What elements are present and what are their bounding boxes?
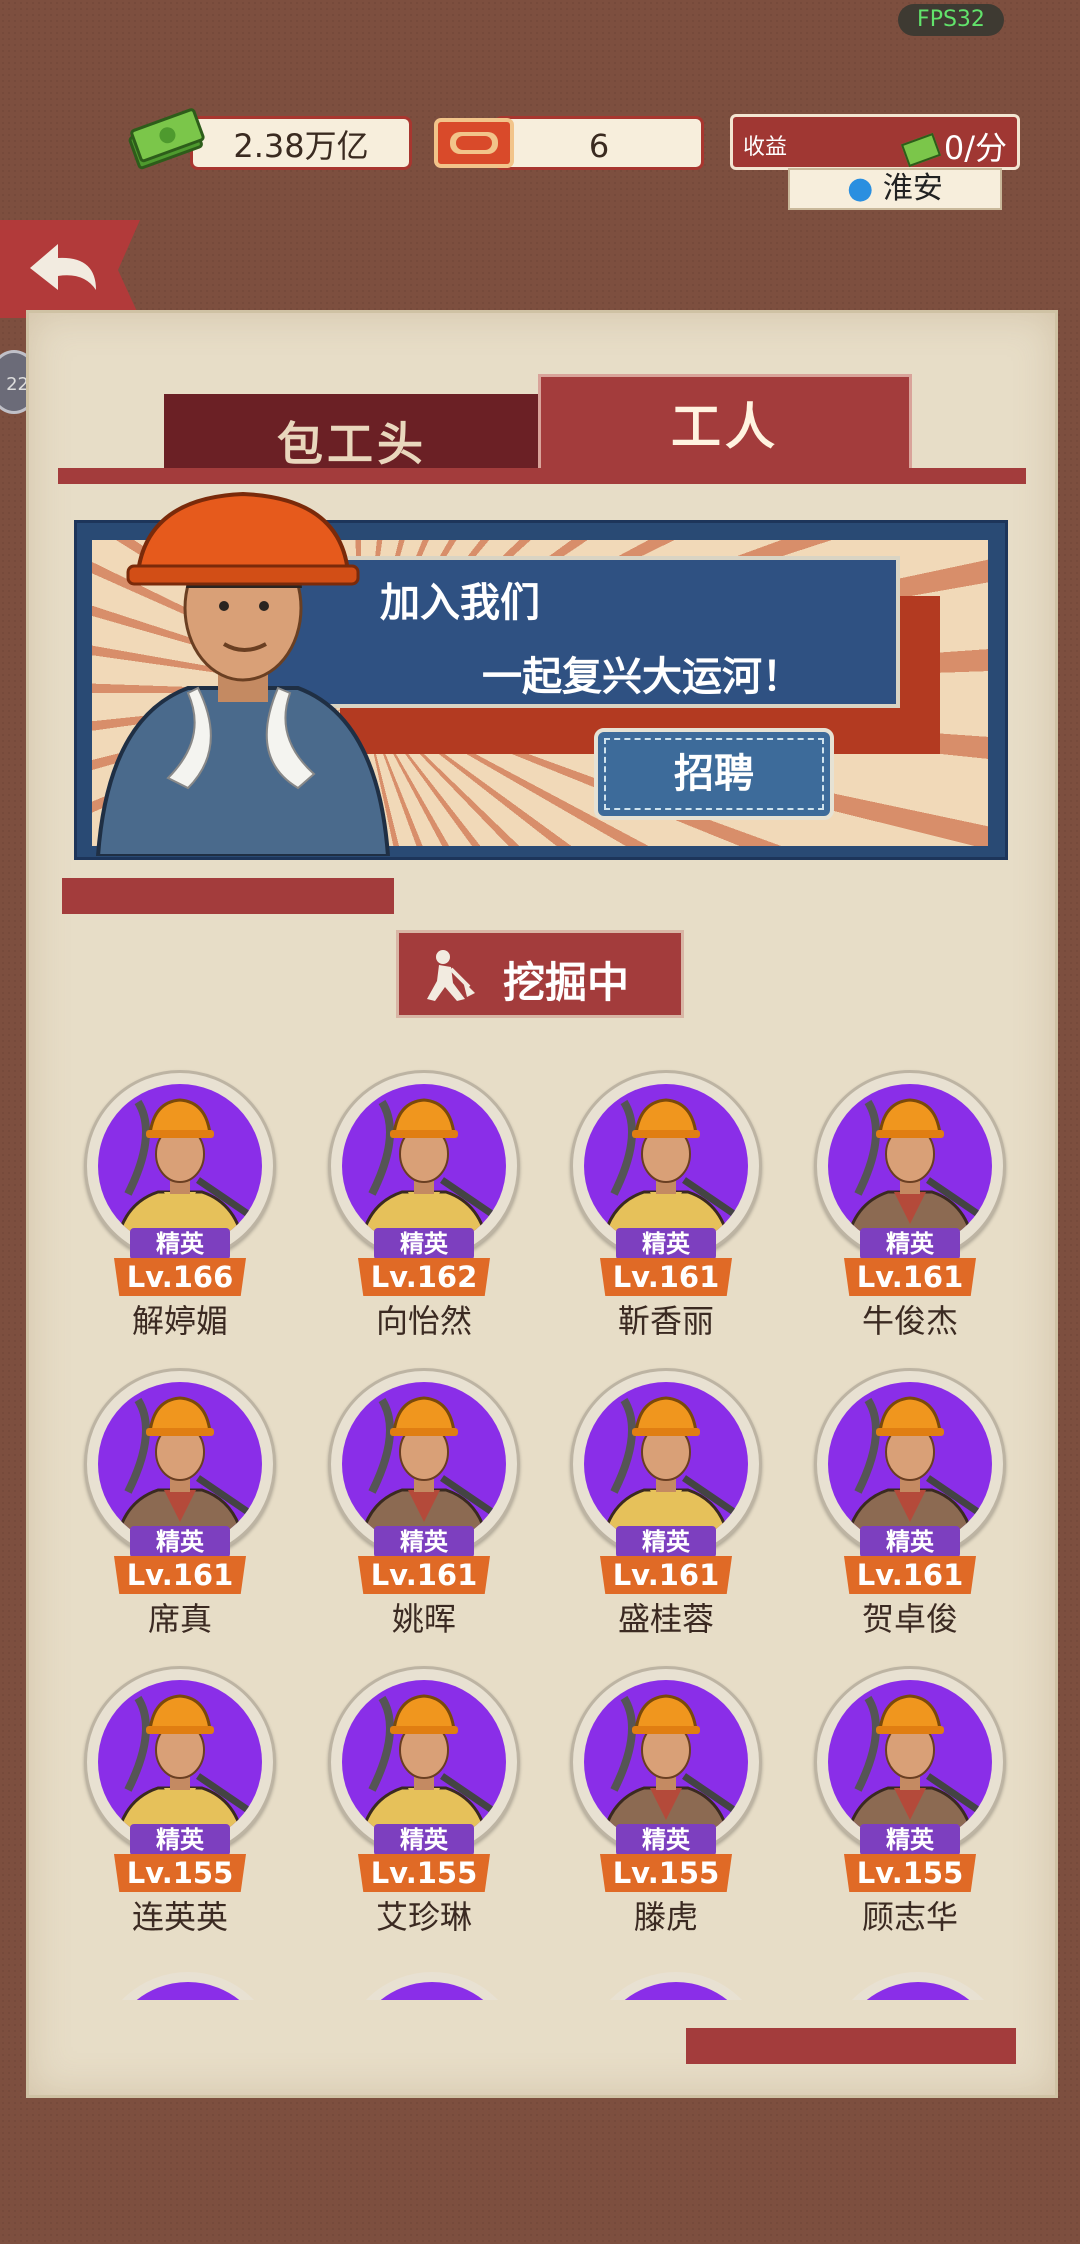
section-bar-left	[62, 878, 394, 914]
worker-name: 盛桂蓉	[617, 1600, 714, 1638]
worker-name: 贺卓俊	[861, 1600, 958, 1638]
worker-level-badge: Lv.155	[114, 1854, 246, 1892]
digging-worker-icon	[427, 950, 475, 1001]
worker-name: 席真	[147, 1600, 212, 1638]
worker-level-badge: Lv.155	[600, 1854, 732, 1892]
foreman-portrait	[95, 491, 391, 856]
money-value: 2.38万亿	[233, 127, 369, 165]
worker-level-badge: Lv.161	[844, 1556, 976, 1594]
worker-level-badge: Lv.161	[114, 1556, 246, 1594]
cash-icon	[128, 108, 205, 170]
worker-avatar	[98, 1084, 262, 1248]
worker-level-badge: Lv.166	[114, 1258, 246, 1296]
worker-level-badge: Lv.161	[844, 1258, 976, 1296]
worker-avatar	[828, 1680, 992, 1844]
worker-card[interactable]: 精英 Lv.166 解婷媚	[80, 1070, 280, 1350]
worker-level-badge: Lv.161	[600, 1258, 732, 1296]
worker-card[interactable]: 精英 Lv.161 牛俊杰	[810, 1070, 1010, 1350]
worker-avatar	[342, 1382, 506, 1546]
worker-grade-badge: 精英	[860, 1228, 960, 1260]
back-button[interactable]	[0, 220, 140, 318]
recruit-button[interactable]: 招聘	[594, 728, 834, 820]
worker-card[interactable]: 精英 Lv.155 连英英	[80, 1666, 280, 1946]
ticket-count: 6	[588, 127, 610, 165]
worker-card[interactable]: 精英 Lv.162 向怡然	[324, 1070, 524, 1350]
worker-level-badge: Lv.155	[358, 1854, 490, 1892]
worker-name: 牛俊杰	[861, 1302, 958, 1340]
money-display: 2.38万亿	[190, 116, 412, 170]
cash-small-icon	[900, 132, 941, 168]
digging-header: 挖掘中	[396, 930, 684, 1018]
worker-grade-badge: 精英	[374, 1526, 474, 1558]
worker-name: 滕虎	[633, 1898, 698, 1936]
worker-grade-badge: 精英	[130, 1228, 230, 1260]
income-value: 0/分	[900, 123, 1007, 169]
worker-grade-badge: 精英	[860, 1526, 960, 1558]
next-row-peek	[26, 1964, 1026, 2000]
income-label: 收益	[743, 135, 788, 160]
worker-grade-badge: 精英	[860, 1824, 960, 1856]
worker-card[interactable]: 精英 Lv.155 滕虎	[566, 1666, 766, 1946]
worker-level-badge: Lv.161	[358, 1556, 490, 1594]
section-bar-right	[686, 2028, 1016, 2064]
worker-level-badge: Lv.161	[600, 1556, 732, 1594]
worker-grade-badge: 精英	[130, 1526, 230, 1558]
worker-avatar	[584, 1680, 748, 1844]
worker-card[interactable]: 精英 Lv.161 盛桂蓉	[566, 1368, 766, 1648]
banner-line-2: 一起复兴大运河！	[482, 654, 802, 700]
ticket-icon	[434, 118, 514, 168]
worker-card[interactable]: 精英 Lv.161 席真	[80, 1368, 280, 1648]
worker-avatar	[828, 1084, 992, 1248]
worker-name: 向怡然	[375, 1302, 472, 1340]
worker-name: 解婷媚	[131, 1302, 228, 1340]
digging-label: 挖掘中	[503, 958, 630, 1007]
worker-grade-badge: 精英	[616, 1824, 716, 1856]
worker-grade-badge: 精英	[374, 1824, 474, 1856]
worker-card[interactable]: 精英 Lv.155 顾志华	[810, 1666, 1010, 1946]
income-panel: 收益 0/分	[730, 114, 1020, 170]
worker-avatar	[342, 1084, 506, 1248]
worker-grade-badge: 精英	[616, 1526, 716, 1558]
ticket-display: 6	[494, 116, 704, 170]
worker-avatar	[98, 1382, 262, 1546]
worker-card[interactable]: 精英 Lv.161 贺卓俊	[810, 1368, 1010, 1648]
location-pin-icon: ●	[847, 171, 874, 206]
worker-grade-badge: 精英	[374, 1228, 474, 1260]
worker-card[interactable]: 精英 Lv.155 艾珍琳	[324, 1666, 524, 1946]
worker-avatar	[584, 1084, 748, 1248]
worker-name: 靳香丽	[617, 1302, 714, 1340]
tab-underline	[58, 468, 1026, 484]
worker-name: 艾珍琳	[375, 1898, 472, 1936]
worker-card[interactable]: 精英 Lv.161 靳香丽	[566, 1070, 766, 1350]
worker-name: 姚晖	[391, 1600, 456, 1638]
location-name: 淮安	[882, 171, 943, 206]
worker-level-badge: Lv.155	[844, 1854, 976, 1892]
worker-grade-badge: 精英	[130, 1824, 230, 1856]
worker-name: 顾志华	[861, 1898, 958, 1936]
worker-card[interactable]: 精英 Lv.161 姚晖	[324, 1368, 524, 1648]
fps-counter: FPS32	[898, 4, 1004, 36]
worker-avatar	[342, 1680, 506, 1844]
worker-avatar	[828, 1382, 992, 1546]
worker-avatar	[98, 1680, 262, 1844]
worker-level-badge: Lv.162	[358, 1258, 490, 1296]
worker-grade-badge: 精英	[616, 1228, 716, 1260]
worker-avatar	[584, 1382, 748, 1546]
worker-name: 连英英	[131, 1898, 228, 1936]
location-button[interactable]: ● 淮安	[788, 168, 1002, 210]
